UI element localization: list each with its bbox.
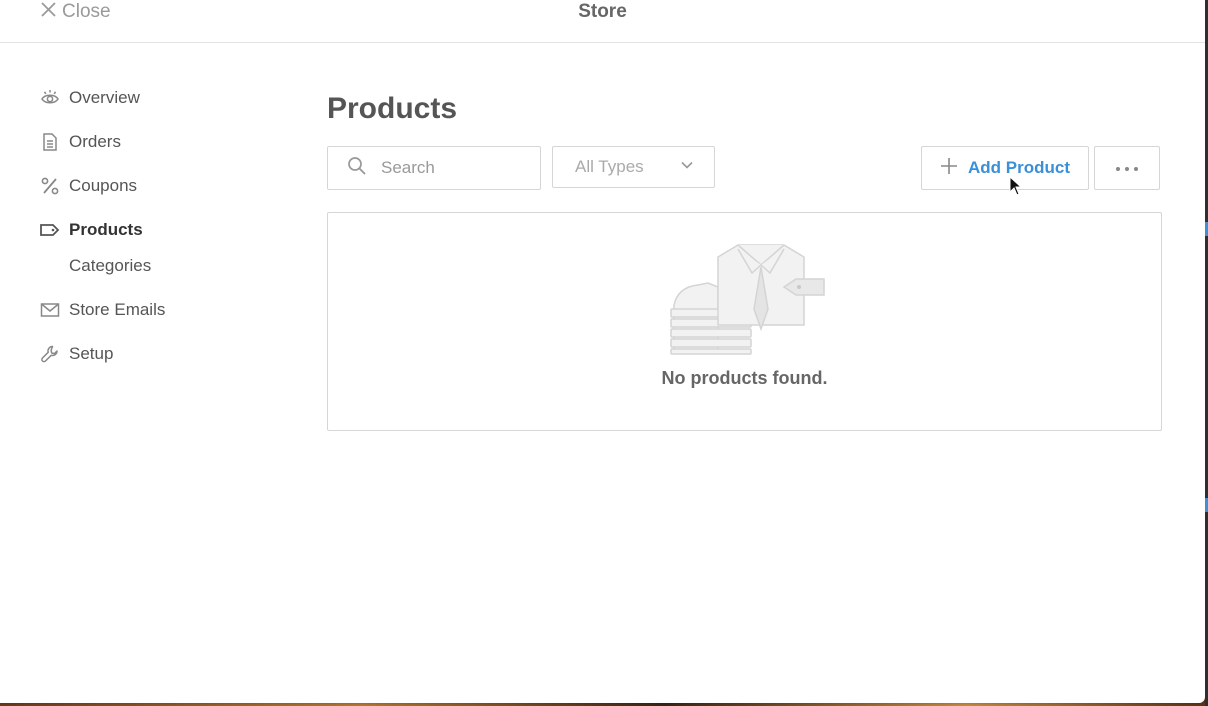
sidebar-item-label: Store Emails <box>69 300 166 319</box>
sidebar-item-label: Coupons <box>69 176 138 195</box>
page-title: Products <box>327 92 458 125</box>
sidebar-item-label: Orders <box>69 132 121 151</box>
chevron-down-icon <box>680 157 694 177</box>
empty-state-message: No products found. <box>661 368 828 388</box>
tag-icon <box>40 220 60 240</box>
sidebar-item-label: Overview <box>69 88 140 107</box>
sidebar-item-products[interactable]: Products <box>40 216 280 244</box>
plus-icon <box>940 157 958 180</box>
type-filter-dropdown[interactable]: All Types <box>552 146 715 188</box>
sidebar-item-store-emails[interactable]: Store Emails <box>40 296 280 324</box>
document-icon <box>40 132 60 152</box>
store-modal: Close Store Overview Orders Coupons Prod… <box>0 0 1205 703</box>
search-icon <box>328 156 367 181</box>
main-content: Products All Types Add Product <box>327 84 1163 431</box>
wrench-icon <box>40 344 60 364</box>
sidebar-item-label: Setup <box>69 344 114 363</box>
search-input[interactable] <box>379 157 533 179</box>
sidebar-item-overview[interactable]: Overview <box>40 84 280 112</box>
products-empty-panel: No products found. <box>327 212 1162 431</box>
ellipsis-icon <box>1115 159 1139 177</box>
sidebar-item-orders[interactable]: Orders <box>40 128 280 156</box>
add-product-button[interactable]: Add Product <box>921 146 1089 190</box>
sidebar-item-setup[interactable]: Setup <box>40 340 280 368</box>
search-box[interactable] <box>327 146 541 190</box>
sidebar-item-label: Categories <box>69 256 152 275</box>
eye-icon <box>40 88 60 108</box>
sidebar-item-label: Products <box>69 220 143 239</box>
envelope-icon <box>40 300 60 320</box>
sidebar-item-categories[interactable]: Categories <box>40 252 280 280</box>
mouse-cursor-icon <box>1009 175 1023 196</box>
more-options-button[interactable] <box>1094 146 1160 190</box>
percent-icon <box>40 176 60 196</box>
clothing-stack-icon <box>666 243 826 358</box>
products-toolbar: All Types Add Product <box>327 146 1163 190</box>
sidebar: Overview Orders Coupons Products Categor… <box>40 84 280 384</box>
type-filter-value: All Types <box>575 157 644 176</box>
sidebar-item-coupons[interactable]: Coupons <box>40 172 280 200</box>
modal-title: Store <box>578 1 627 22</box>
top-bar: Close Store <box>0 0 1205 43</box>
add-product-label: Add Product <box>968 158 1070 177</box>
